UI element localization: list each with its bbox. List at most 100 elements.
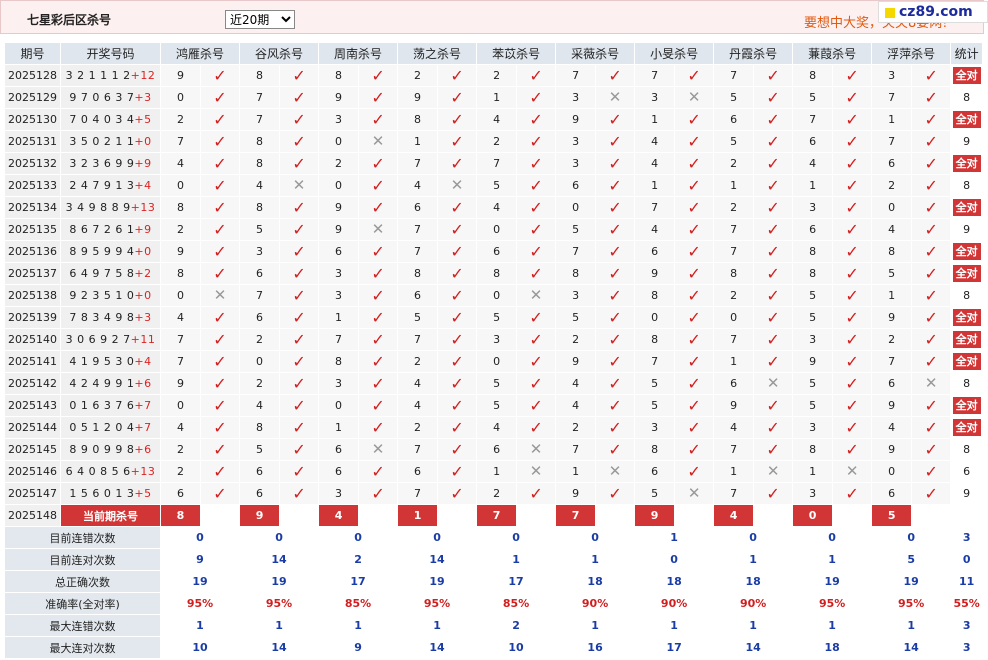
all-correct-badge: 全对 bbox=[952, 353, 981, 370]
all-correct-badge: 全对 bbox=[952, 265, 981, 282]
draw-numbers: 7 8 3 4 9 8 bbox=[69, 311, 135, 324]
draw-numbers: 3 0 6 9 2 7 bbox=[65, 333, 131, 346]
kill-number: 6 bbox=[239, 306, 281, 329]
period-select[interactable]: 近20期 bbox=[225, 10, 295, 29]
check-icon: ✓ bbox=[292, 109, 306, 129]
site-logo[interactable]: cz89.com bbox=[878, 1, 988, 23]
mark-cell: ✓ bbox=[516, 174, 557, 197]
mark-cell: ✓ bbox=[279, 86, 320, 109]
mark-cell: ✓ bbox=[911, 284, 952, 307]
kill-number: 6 bbox=[713, 108, 755, 131]
mark-cell: ✓ bbox=[358, 372, 399, 395]
mark-cell: ✓ bbox=[911, 328, 952, 351]
stat-cell: 全对 bbox=[950, 262, 984, 285]
kill-number: 8 bbox=[160, 196, 201, 219]
mark-cell: ✓ bbox=[437, 64, 478, 87]
summary-value: 2 bbox=[476, 614, 557, 637]
kill-number: 5 bbox=[792, 372, 834, 395]
summary-value: 18 bbox=[634, 570, 715, 593]
kill-number: 4 bbox=[634, 130, 676, 153]
kill-number: 2 bbox=[871, 174, 913, 197]
check-icon: ✓ bbox=[766, 197, 780, 217]
draw-numbers: 3 2 3 6 9 9 bbox=[69, 157, 135, 170]
kill-number: 9 bbox=[634, 262, 676, 285]
kill-number: 7 bbox=[239, 284, 281, 307]
mark-cell: ✓ bbox=[911, 174, 952, 197]
draw-cell: 3 2 3 6 9 9+9 bbox=[60, 152, 161, 175]
summary-value: 19 bbox=[239, 570, 320, 593]
mark-cell: ✓ bbox=[832, 284, 873, 307]
summary-value: 19 bbox=[792, 570, 873, 593]
kill-number: 1 bbox=[555, 460, 597, 483]
mark-cell: ✓ bbox=[674, 350, 715, 373]
check-icon: ✓ bbox=[371, 395, 385, 415]
kill-number: 6 bbox=[318, 240, 360, 263]
check-icon: ✓ bbox=[924, 87, 938, 107]
kill-number: 2 bbox=[871, 328, 913, 351]
kill-number: 9 bbox=[871, 394, 913, 417]
kill-number: 6 bbox=[792, 130, 834, 153]
summary-value: 9 bbox=[159, 548, 241, 571]
header-expert: 浮萍杀号 bbox=[871, 42, 952, 65]
check-icon: ✓ bbox=[450, 263, 464, 283]
mark-cell: ✓ bbox=[279, 262, 320, 285]
kill-number: 7 bbox=[555, 438, 597, 461]
check-icon: ✓ bbox=[529, 109, 543, 129]
issue-cell: 2025138 bbox=[4, 284, 61, 307]
kill-number: 1 bbox=[713, 174, 755, 197]
check-icon: ✓ bbox=[371, 65, 385, 85]
check-icon: ✓ bbox=[687, 109, 701, 129]
draw-plus: +9 bbox=[134, 157, 152, 170]
check-icon: ✓ bbox=[687, 395, 701, 415]
draw-numbers: 8 9 5 9 9 4 bbox=[69, 245, 135, 258]
all-correct-badge: 全对 bbox=[952, 397, 981, 414]
mark-cell: ✓ bbox=[199, 372, 241, 395]
kill-number: 9 bbox=[713, 394, 755, 417]
draw-plus: +13 bbox=[130, 201, 156, 214]
summary-row: 目前连错次数 0 0 0 0 0 0 1 0 0 0 3 bbox=[4, 526, 984, 549]
issue-cell: 2025135 bbox=[4, 218, 61, 241]
kill-number: 4 bbox=[792, 152, 834, 175]
header-issue: 期号 bbox=[4, 42, 61, 65]
kill-number: 5 bbox=[476, 372, 518, 395]
check-icon: ✓ bbox=[924, 109, 938, 129]
draw-cell: 8 6 7 2 6 1+9 bbox=[60, 218, 161, 241]
mark-cell: ✓ bbox=[753, 394, 794, 417]
summary-value: 3 bbox=[950, 526, 984, 549]
mark-cell: ✓ bbox=[516, 218, 557, 241]
summary-value: 14 bbox=[713, 636, 794, 659]
header-expert: 鸿雁杀号 bbox=[159, 42, 241, 65]
kill-number: 7 bbox=[634, 64, 676, 87]
kill-number: 7 bbox=[239, 108, 281, 131]
draw-cell: 9 2 3 5 1 0+0 bbox=[60, 284, 161, 307]
check-icon: ✓ bbox=[845, 417, 859, 437]
kill-number: 0 bbox=[318, 394, 360, 417]
header-draw: 开奖号码 bbox=[60, 42, 161, 65]
current-kill-number: 8 bbox=[160, 504, 201, 527]
check-icon: ✓ bbox=[608, 307, 622, 327]
check-icon: ✓ bbox=[529, 351, 543, 371]
mark-cell: ✓ bbox=[832, 64, 873, 87]
kill-number: 1 bbox=[397, 130, 439, 153]
summary-value: 85% bbox=[476, 592, 557, 615]
kill-number: 1 bbox=[713, 350, 755, 373]
draw-plus: +3 bbox=[134, 91, 152, 104]
summary-value: 14 bbox=[397, 636, 478, 659]
mark-cell: ✕ bbox=[199, 284, 241, 307]
check-icon: ✓ bbox=[924, 329, 938, 349]
summary-value: 55% bbox=[950, 592, 984, 615]
draw-numbers: 2 4 7 9 1 3 bbox=[69, 179, 135, 192]
kill-number: 7 bbox=[792, 108, 834, 131]
mark-cell: ✓ bbox=[437, 130, 478, 153]
check-icon: ✓ bbox=[371, 329, 385, 349]
kill-number: 8 bbox=[792, 438, 834, 461]
mark-cell: ✓ bbox=[832, 328, 873, 351]
mark-cell: ✓ bbox=[516, 372, 557, 395]
draw-plus: +9 bbox=[134, 223, 152, 236]
stat-value: 9 bbox=[963, 223, 971, 236]
check-icon: ✓ bbox=[608, 153, 622, 173]
kill-number: 5 bbox=[792, 86, 834, 109]
header-expert: 谷风杀号 bbox=[239, 42, 320, 65]
kill-number: 6 bbox=[397, 284, 439, 307]
check-icon: ✓ bbox=[924, 175, 938, 195]
